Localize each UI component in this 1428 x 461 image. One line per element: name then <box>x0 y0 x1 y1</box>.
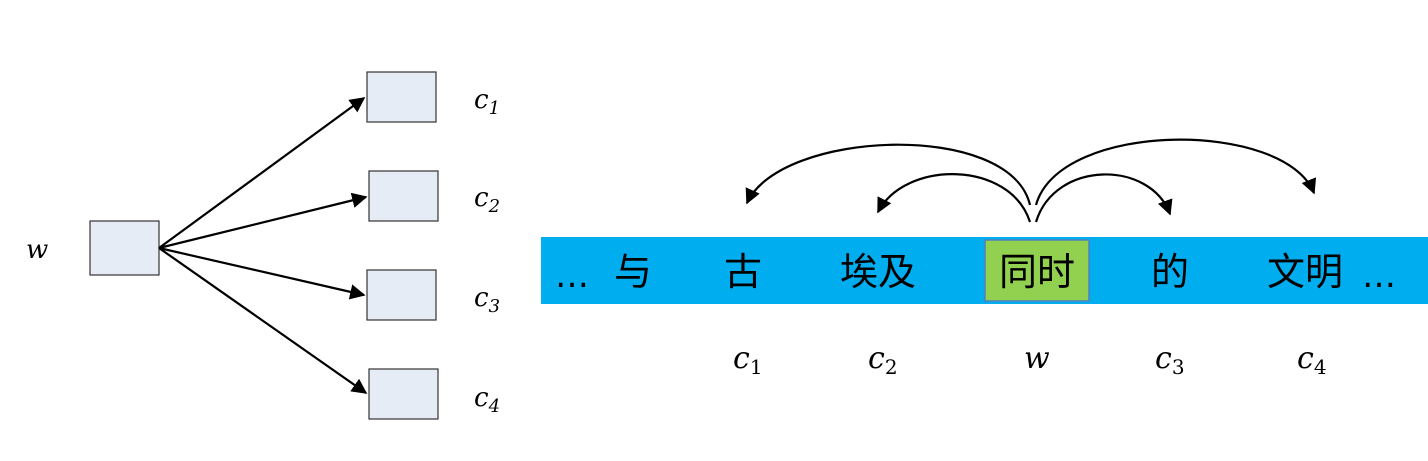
bottom-label-c3: c3 <box>1155 341 1185 379</box>
center-word-label: w <box>26 235 48 265</box>
arc-to-c3 <box>1034 173 1173 223</box>
token-tongshi: 同时 <box>999 250 1075 294</box>
ellipsis-end: … <box>1362 256 1396 296</box>
context-box-4 <box>368 368 439 420</box>
bottom-label-w: w <box>1024 341 1050 376</box>
context-box-3 <box>366 269 437 321</box>
context-label-2: c2 <box>474 183 500 217</box>
edge-to-c4 <box>158 247 368 394</box>
arc-to-c2 <box>877 173 1032 223</box>
center-word-box <box>89 220 160 276</box>
edge-to-c2 <box>158 192 368 250</box>
left-network: w c1 c2 c3 c4 <box>26 71 500 420</box>
edge-to-c3 <box>158 246 366 300</box>
sentence-window: … 与 古 埃及 同时 的 文明 … c1 c2 w c3 c4 <box>541 138 1428 379</box>
token-gu: 古 <box>724 250 762 294</box>
context-label-4: c4 <box>474 383 500 417</box>
arc-to-c1 <box>745 143 1032 206</box>
bottom-label-c4: c4 <box>1297 341 1327 379</box>
ellipsis-start: … <box>555 256 589 296</box>
context-label-3: c3 <box>474 283 500 317</box>
token-aiji: 埃及 <box>840 250 916 294</box>
token-wenming: 文明 <box>1267 250 1343 294</box>
context-label-1: c1 <box>474 85 500 119</box>
bottom-label-c1: c1 <box>733 341 763 379</box>
context-box-2 <box>368 170 439 222</box>
token-de: 的 <box>1151 250 1189 294</box>
edge-to-c1 <box>158 97 366 249</box>
bottom-label-c2: c2 <box>868 341 898 379</box>
arc-to-c4 <box>1034 138 1316 206</box>
token-yu: 与 <box>614 250 652 294</box>
context-box-1 <box>366 71 437 123</box>
skip-gram-diagram: w c1 c2 c3 c4 … 与 古 埃及 同时 的 文明 … c1 c2 w… <box>26 71 1428 420</box>
